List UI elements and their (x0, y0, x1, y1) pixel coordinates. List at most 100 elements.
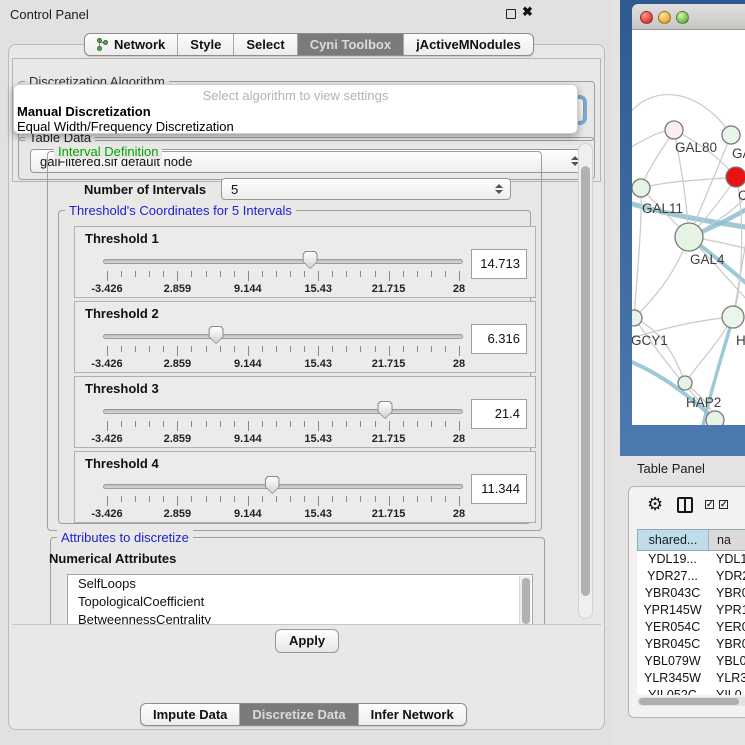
node-hap2[interactable] (678, 376, 692, 390)
slider-tick-label: -3.426 (91, 433, 122, 445)
tab-style[interactable]: Style (177, 34, 233, 55)
table-row[interactable]: YDL19...YDL1 (637, 551, 745, 568)
tab-select[interactable]: Select (233, 34, 296, 55)
list-item[interactable]: BetweennessCentrality (68, 611, 532, 624)
slider-tick (149, 271, 150, 277)
threshold-1-slider-track[interactable] (103, 259, 463, 264)
node-gal11[interactable] (632, 179, 650, 197)
tab-jactivemnodules[interactable]: jActiveMNodules (403, 34, 533, 55)
tab-discretize-data[interactable]: Discretize Data (239, 704, 357, 725)
apply-bar: Apply (12, 624, 601, 656)
cell-shared-name[interactable]: YBL079W (637, 653, 708, 670)
close-window-icon[interactable]: ✖ (522, 4, 533, 20)
threshold-4-value-field[interactable]: 11.344 (471, 474, 527, 504)
slider-tick-label: 21.715 (372, 508, 406, 520)
threshold-3-value-field[interactable]: 21.4 (471, 399, 527, 429)
interval-definition-title: Interval Definition (54, 144, 162, 159)
thresholds-group-title: Threshold's Coordinates for 5 Intervals (65, 203, 296, 218)
cell-shared-name[interactable]: YPR145W (637, 602, 708, 619)
slider-tick (417, 346, 418, 352)
column-header-shared-name[interactable]: shared... (638, 530, 709, 550)
slider-tick (220, 346, 221, 352)
network-canvas[interactable]: GAL80 GA C GAL11 GAL4 GCY1 H HAP2 (632, 30, 745, 425)
cell-name[interactable]: YBL0 (708, 653, 745, 670)
tab-cyni-toolbox[interactable]: Cyni Toolbox (297, 34, 403, 55)
cell-name[interactable]: YDR2 (708, 568, 745, 585)
float-window-icon[interactable] (506, 9, 516, 19)
cell-name[interactable]: YLR3 (708, 670, 745, 687)
thresholds-group: Threshold's Coordinates for 5 Intervals … (58, 210, 531, 524)
tab-impute-data[interactable]: Impute Data (141, 704, 239, 725)
list-item[interactable]: TopologicalCoefficient (68, 593, 532, 611)
table-horizontal-scrollbar[interactable] (637, 697, 745, 706)
cell-shared-name[interactable]: YBR043C (637, 585, 708, 602)
slider-tick (177, 421, 178, 431)
checkbox-icon[interactable]: ✓ (705, 500, 714, 509)
cell-name[interactable]: YBR0 (708, 636, 745, 653)
column-header-name[interactable]: na (709, 530, 745, 550)
network-graph: GAL80 GA C GAL11 GAL4 GCY1 H HAP2 (632, 30, 745, 425)
cell-shared-name[interactable]: YBR045C (637, 636, 708, 653)
slider-tick (346, 346, 347, 352)
table-row[interactable]: YPR145WYPR1 (637, 602, 745, 619)
list-item[interactable]: SelfLoops (68, 575, 532, 593)
node-ga[interactable] (722, 126, 740, 144)
threshold-1-value-field[interactable]: 14.713 (471, 249, 527, 279)
window-title: Control Panel (10, 7, 89, 22)
tab-network[interactable]: Network (85, 34, 177, 55)
table-row[interactable]: YER054CYER0 (637, 619, 745, 636)
node-gcy1[interactable] (632, 310, 642, 326)
threshold-4-slider-track[interactable] (103, 484, 463, 489)
number-of-intervals-combo[interactable]: 5 (221, 178, 511, 200)
split-columns-icon[interactable] (677, 497, 693, 513)
threshold-3-slider-track[interactable] (103, 409, 463, 414)
zoom-traffic-light-icon[interactable] (676, 11, 689, 24)
network-window-titlebar[interactable] (632, 4, 745, 30)
table-row[interactable]: YDR27...YDR2 (637, 568, 745, 585)
slider-tick (445, 496, 446, 502)
cell-name[interactable]: YBR0 (708, 585, 745, 602)
slider-tick (177, 346, 178, 356)
node-selected-red[interactable] (726, 167, 745, 187)
gear-icon[interactable]: ⚙ (647, 495, 663, 513)
table-row[interactable]: YLR345WYLR3 (637, 670, 745, 687)
numerical-attributes-list[interactable]: SelfLoops TopologicalCoefficient Between… (67, 574, 533, 624)
table-row[interactable]: YBR043CYBR0 (637, 585, 745, 602)
cell-shared-name[interactable]: YDL19... (637, 551, 708, 568)
cell-name[interactable]: YER0 (708, 619, 745, 636)
apply-button[interactable]: Apply (275, 629, 339, 653)
node-gal4[interactable] (675, 223, 703, 251)
cell-shared-name[interactable]: YLR345W (637, 670, 708, 687)
cell-name[interactable]: YPR1 (708, 602, 745, 619)
threshold-2-value-field[interactable]: 6.316 (471, 324, 527, 354)
close-traffic-light-icon[interactable] (640, 11, 653, 24)
table-row[interactable]: YBR045CYBR0 (637, 636, 745, 653)
cell-shared-name[interactable]: YER054C (637, 619, 708, 636)
threshold-1-slider-thumb[interactable] (303, 251, 318, 269)
table-row[interactable]: YIL052CYIL0 (637, 687, 745, 695)
settings-scrollbar[interactable] (578, 143, 593, 619)
attributes-scrollbar[interactable] (519, 576, 531, 624)
slider-tick (206, 421, 207, 427)
minimize-traffic-light-icon[interactable] (658, 11, 671, 24)
slider-tick (290, 496, 291, 502)
cell-shared-name[interactable]: YIL052C (637, 687, 708, 695)
attributes-group-title: Attributes to discretize (57, 530, 193, 545)
threshold-4-slider-thumb[interactable] (265, 476, 280, 494)
cell-name[interactable]: YIL0 (708, 687, 745, 695)
checkbox-icon[interactable]: ✓ (719, 500, 728, 509)
slider-tick (459, 421, 460, 431)
tab-infer-network[interactable]: Infer Network (358, 704, 466, 725)
threshold-3-slider-thumb[interactable] (378, 401, 393, 419)
popup-option-equal-width[interactable]: Equal Width/Frequency Discretization (17, 119, 234, 134)
cell-name[interactable]: YDL1 (708, 551, 745, 568)
threshold-2-slider-track[interactable] (103, 334, 463, 339)
node-partial[interactable] (706, 411, 724, 425)
threshold-2-slider-thumb[interactable] (209, 326, 224, 344)
node-h[interactable] (722, 306, 744, 328)
popup-option-manual-discretization[interactable]: Manual Discretization (17, 104, 151, 119)
node-gal80[interactable] (665, 121, 683, 139)
cell-shared-name[interactable]: YDR27... (637, 568, 708, 585)
table-row[interactable]: YBL079WYBL0 (637, 653, 745, 670)
slider-tick-label: -3.426 (91, 358, 122, 370)
